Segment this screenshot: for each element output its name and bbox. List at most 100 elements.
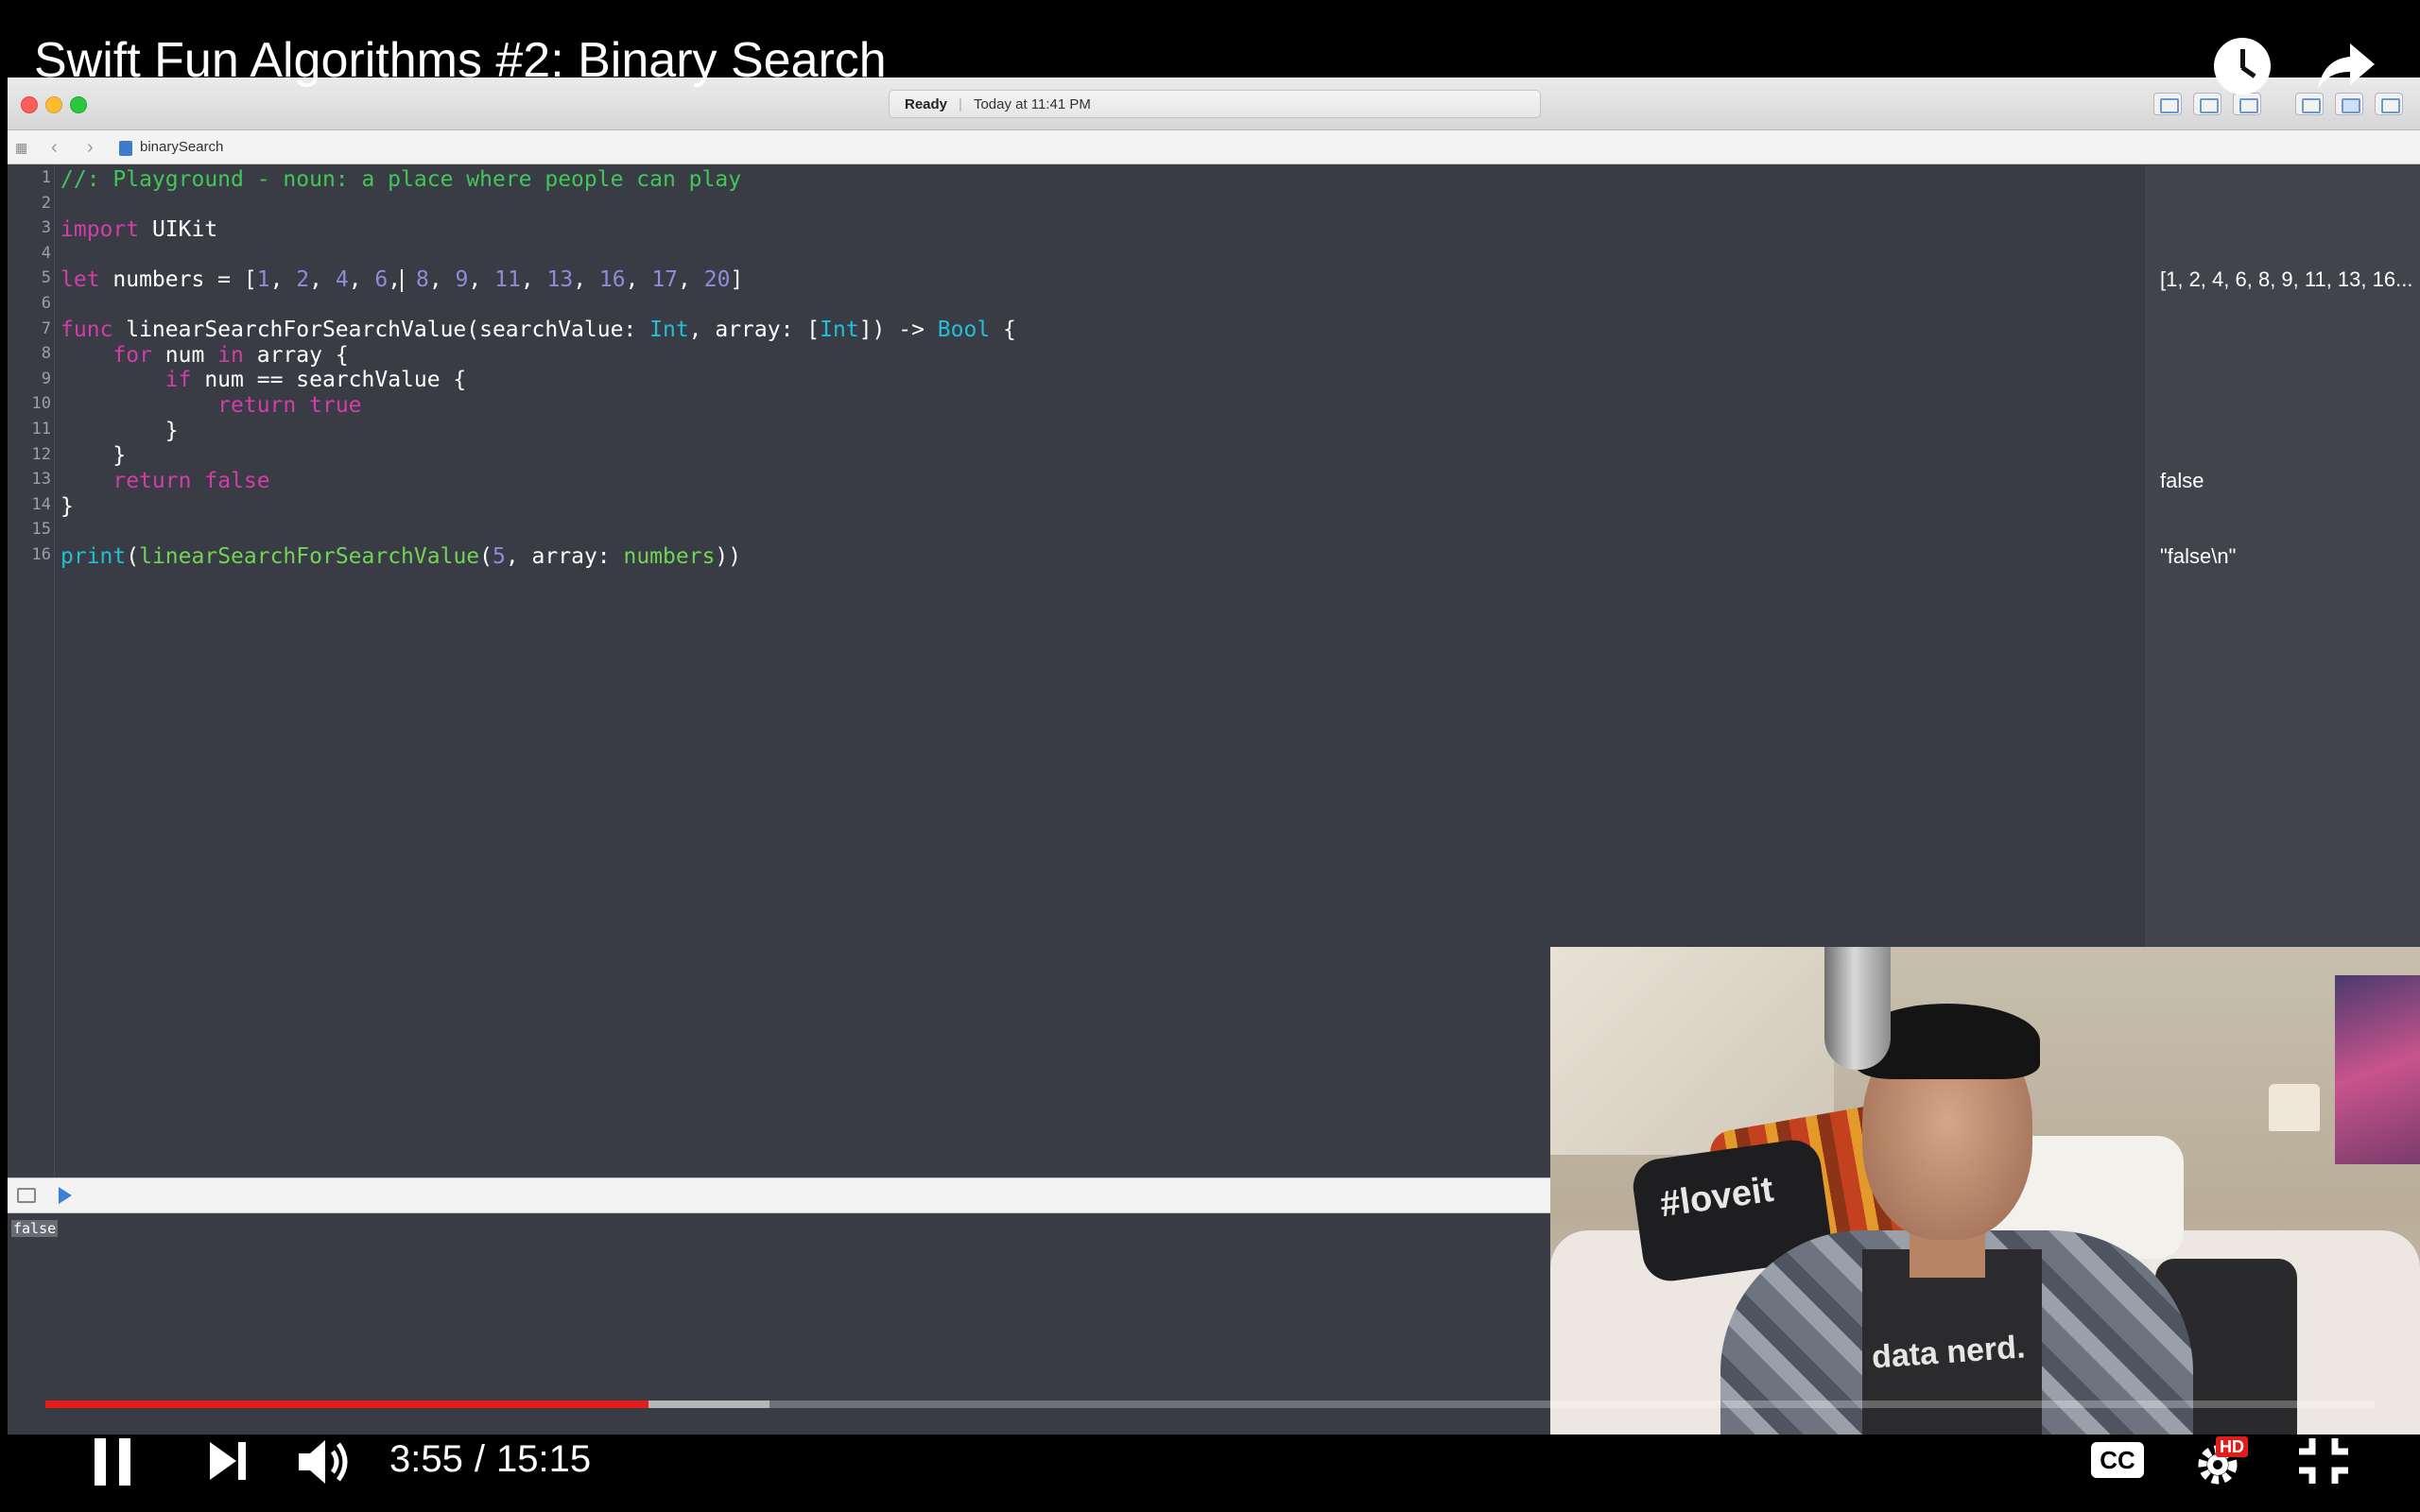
code-line-9: if num == searchValue { <box>60 368 467 392</box>
code-text: , <box>468 267 495 292</box>
code-number: 9 <box>455 267 469 292</box>
pause-icon[interactable] <box>95 1438 132 1486</box>
code-text: array { <box>243 343 349 368</box>
code-keyword: true <box>309 393 362 418</box>
navigator-toggle-icon[interactable] <box>2295 93 2324 115</box>
assistant-editor-icon[interactable] <box>2193 93 2221 115</box>
line-number: 2 <box>41 193 51 213</box>
code-line-8: for num in array { <box>60 343 349 368</box>
version-editor-icon[interactable] <box>2233 93 2261 115</box>
code-keyword: return <box>112 469 192 493</box>
code-text: , <box>625 267 652 292</box>
hide-debug-area-icon[interactable] <box>17 1188 36 1203</box>
activity-status-bar: Ready | Today at 11:41 PM <box>889 90 1541 118</box>
volume-icon[interactable] <box>297 1436 354 1487</box>
code-text: numbers = [ <box>99 267 257 292</box>
code-line-3: import UIKit <box>60 217 217 242</box>
line-number: 14 <box>31 494 51 514</box>
watch-later-icon[interactable] <box>2214 38 2271 94</box>
result-line-5[interactable]: [1, 2, 4, 6, 8, 9, 11, 13, 16... <box>2160 267 2412 292</box>
code-comment: //: Playground - noun: a place where peo… <box>60 167 742 192</box>
line-number: 11 <box>31 420 51 438</box>
player-controls <box>0 1435 2420 1512</box>
cc-icon[interactable]: CC <box>2091 1442 2144 1478</box>
code-text: , array: <box>505 544 624 569</box>
code-line-13: return false <box>60 469 270 493</box>
code-line-16: print(linearSearchForSearchValue(5, arra… <box>60 544 741 569</box>
maximize-window-button[interactable] <box>70 96 87 113</box>
code-type: Int <box>649 318 689 342</box>
status-ready-text: Ready <box>905 95 948 112</box>
line-number: 10 <box>31 394 51 414</box>
code-text: , <box>520 267 547 292</box>
utilities-toggle-icon[interactable] <box>2375 93 2403 115</box>
code-text: { <box>990 318 1016 342</box>
time-separator: / <box>474 1438 485 1480</box>
code-text: ]) -> <box>858 318 938 342</box>
line-number: 8 <box>41 344 51 364</box>
code-line-1: //: Playground - noun: a place where peo… <box>60 167 741 192</box>
code-text: num <box>151 343 218 368</box>
code-text: , <box>269 267 297 292</box>
code-keyword: return <box>217 393 297 418</box>
minimize-window-button[interactable] <box>45 96 62 113</box>
next-icon[interactable] <box>210 1442 248 1480</box>
result-line-13[interactable]: false <box>2160 469 2204 493</box>
code-number: 13 <box>546 267 574 292</box>
hd-badge: HD <box>2216 1436 2248 1457</box>
code-text: } <box>60 494 74 519</box>
file-icon <box>119 141 132 156</box>
grid-icon[interactable]: ▦ <box>15 140 30 155</box>
back-icon[interactable]: ‹ <box>51 136 58 159</box>
code-line-5: let numbers = [1, 2, 4, 6, 8, 9, 11, 13,… <box>60 267 743 292</box>
debug-area-toggle-icon[interactable] <box>2335 93 2363 115</box>
line-number: 4 <box>41 243 51 263</box>
code-text: , <box>309 267 336 292</box>
code-keyword: for <box>112 343 152 368</box>
code-text: , array: [ <box>688 318 821 342</box>
progress-bar[interactable] <box>45 1400 2375 1408</box>
code-function: linearSearchForSearchValue <box>139 544 480 569</box>
code-number: 11 <box>494 267 521 292</box>
code-number: 1 <box>256 267 270 292</box>
code-number: 2 <box>296 267 310 292</box>
close-window-button[interactable] <box>21 96 38 113</box>
code-text: num == searchValue { <box>191 368 467 392</box>
play-icon[interactable] <box>59 1187 72 1204</box>
status-time-text: Today at 11:41 PM <box>973 95 1091 112</box>
code-text: } <box>60 443 127 468</box>
console-output: false <box>11 1220 59 1237</box>
code-line-10: return true <box>60 393 362 418</box>
code-text: , <box>388 267 402 292</box>
status-separator: | <box>959 95 962 112</box>
code-text: )) <box>715 544 742 569</box>
microphone <box>1824 947 1891 1070</box>
code-keyword: let <box>60 267 100 292</box>
breadcrumb-file-name[interactable]: binarySearch <box>140 139 223 155</box>
result-line-16[interactable]: "false\n" <box>2160 544 2236 569</box>
line-number: 7 <box>41 318 51 338</box>
code-keyword: import <box>60 217 140 242</box>
code-function: print <box>60 544 127 569</box>
forward-icon[interactable]: › <box>87 136 94 159</box>
line-number: 13 <box>31 470 51 490</box>
line-number: 6 <box>41 294 51 313</box>
code-number: 17 <box>651 267 679 292</box>
code-keyword: false <box>204 469 270 493</box>
share-icon[interactable] <box>2316 40 2377 93</box>
line-number: 12 <box>31 444 51 464</box>
line-numbers: 1 2 3 4 5 6 7 8 9 10 11 12 13 14 15 16 <box>8 165 55 581</box>
line-number: 9 <box>41 369 51 388</box>
standard-editor-icon[interactable] <box>2153 93 2182 115</box>
fullscreen-exit-icon[interactable] <box>2297 1436 2350 1486</box>
video-title[interactable]: Swift Fun Algorithms #2: Binary Search <box>34 32 887 89</box>
code-number: 20 <box>703 267 731 292</box>
webcam-overlay: #loveit data nerd. <box>1550 947 2420 1435</box>
debug-bar <box>8 1177 1554 1213</box>
code-line-7: func linearSearchForSearchValue(searchVa… <box>60 318 1016 342</box>
